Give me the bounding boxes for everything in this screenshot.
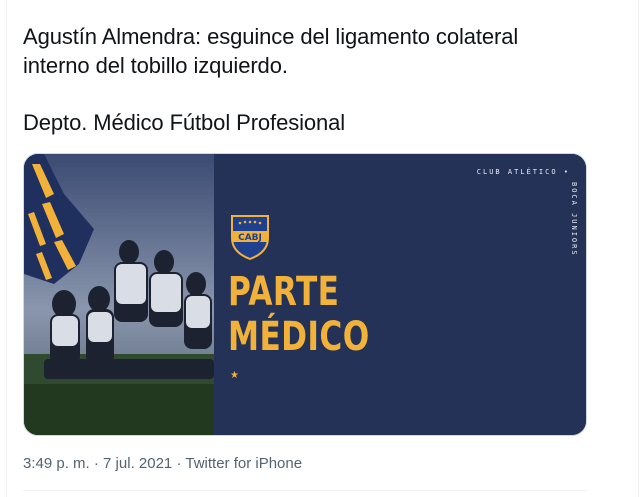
tweet-date: 7 jul. 2021 [103,455,173,472]
club-name-vertical: BOCA JUNIORS [570,182,578,257]
medical-report-panel: CLUB ATLÉTICO • BOCA JUNIORS CABJ PARTE … [214,154,586,435]
tweet-time: 3:49 p. m. [23,455,90,472]
crest-text: CABJ [238,233,262,243]
tweet-timestamp-link[interactable]: 3:49 p. m. · 7 jul. 2021 [23,455,176,472]
meta-separator: · [93,455,99,472]
tweet-metadata: 3:49 p. m. · 7 jul. 2021 · Twitter for i… [23,455,302,472]
boca-crest-icon: CABJ [231,215,269,260]
tweet-text: Agustín Almendra: esguince del ligamento… [23,22,583,137]
headline: PARTE MÉDICO [228,270,370,360]
tweet-text-line-1: Agustín Almendra: esguince del ligamento… [23,24,519,49]
tweet-media-card[interactable]: CLUB ATLÉTICO • BOCA JUNIORS CABJ PARTE … [23,153,587,436]
timeline-left-border [6,0,7,497]
headline-line-1: PARTE [228,269,340,315]
star-icon: ★ [230,370,239,381]
headline-line-2: MÉDICO [228,314,370,360]
meta-separator: · [176,455,182,472]
club-label: CLUB ATLÉTICO • [476,168,570,176]
team-huddle-photo [24,154,214,435]
tweet-source-link[interactable]: Twitter for iPhone [185,455,302,472]
tweet-text-line-3: Depto. Médico Fútbol Profesional [23,110,346,135]
divider [23,490,587,491]
tweet-text-line-2: interno del tobillo izquierdo. [23,53,288,78]
